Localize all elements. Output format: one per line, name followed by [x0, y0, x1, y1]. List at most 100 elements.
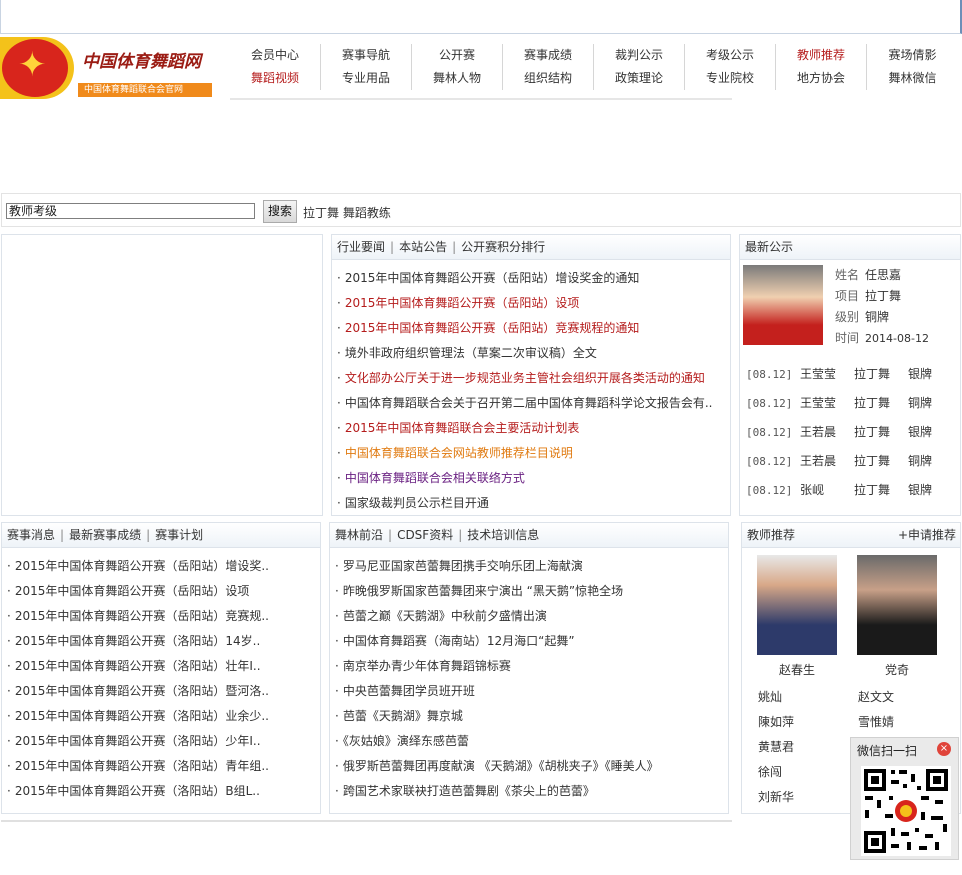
nav-item-gallery[interactable]: 赛场倩影: [867, 44, 958, 67]
dance-news-item[interactable]: 芭蕾《天鹅湖》舞京城: [335, 704, 728, 729]
nav-item-grading[interactable]: 考级公示: [685, 44, 776, 67]
nav-item-people[interactable]: 舞林人物: [412, 67, 503, 90]
nav-item-policy[interactable]: 政策理论: [594, 67, 685, 90]
nav-divider: [230, 98, 732, 100]
news-item[interactable]: 2015年中国体育舞蹈公开赛（岳阳站）增设奖金的通知: [337, 266, 730, 291]
event-item[interactable]: 2015年中国体育舞蹈公开赛（洛阳站）B组L..: [7, 779, 320, 804]
event-item[interactable]: 2015年中国体育舞蹈公开赛（洛阳站）暨河洛..: [7, 679, 320, 704]
dance-news-item[interactable]: 芭蕾之巅《天鹅湖》中秋前夕盛情出演: [335, 604, 728, 629]
event-item[interactable]: 2015年中国体育舞蹈公开赛（岳阳站）设项: [7, 579, 320, 604]
nav-item-videos[interactable]: 舞蹈视频: [230, 67, 321, 90]
dance-news-item[interactable]: 《灰姑娘》演绎东感芭蕾: [335, 729, 728, 754]
winner-item: 拉丁舞: [865, 289, 902, 303]
teacher-name-row: 陳如萍 雪惟婧: [758, 710, 958, 735]
teacher-name-link[interactable]: 徐闯: [758, 760, 858, 785]
notice-row[interactable]: [08.12] 王莹莹 拉丁舞 银牌: [746, 360, 960, 389]
dance-news-item[interactable]: 罗马尼亚国家芭蕾舞团携手交响乐团上海献演: [335, 554, 728, 579]
dance-news-item[interactable]: 中央芭蕾舞团学员班开班: [335, 679, 728, 704]
news-item[interactable]: 中国体育舞蹈联合会网站教师推荐栏目说明: [337, 441, 730, 466]
nav-item-open-competition[interactable]: 公开赛: [412, 44, 503, 67]
notice-date: [08.12]: [746, 455, 793, 468]
news-item[interactable]: 文化部办公厅关于进一步规范业务主管社会组织开展各类活动的通知: [337, 366, 730, 391]
nav-item-event-guide[interactable]: 赛事导航: [321, 44, 412, 67]
teacher-name[interactable]: 赵春生: [757, 661, 837, 678]
notice-medal: 铜牌: [908, 396, 933, 410]
latest-notice-panel: 最新公示 姓名 任思嘉 项目 拉丁舞 级别 铜牌 时间 2014-08-12 [08.1…: [739, 234, 961, 516]
search-input[interactable]: 教师考级: [6, 203, 255, 219]
tab-latest-results[interactable]: 最新赛事成绩: [69, 528, 141, 542]
dance-news-item[interactable]: 跨国艺术家联袂打造芭蕾舞剧《茶尖上的芭蕾》: [335, 779, 728, 804]
site-logo[interactable]: ✦ 中国体育舞蹈网 中国体育舞蹈联合会官网: [0, 37, 212, 99]
notice-row[interactable]: [08.12] 张岘 拉丁舞 银牌: [746, 476, 960, 505]
winner-name[interactable]: 任思嘉: [865, 268, 901, 282]
nav-item-judges[interactable]: 裁判公示: [594, 44, 685, 67]
news-item[interactable]: 2015年中国体育舞蹈公开赛（岳阳站）竞赛规程的通知: [337, 316, 730, 341]
teacher-name-row: 姚灿 赵文文: [758, 685, 958, 710]
nav-item-supplies[interactable]: 专业用品: [321, 67, 412, 90]
teacher-name-link[interactable]: 陳如萍: [758, 710, 858, 735]
event-item[interactable]: 2015年中国体育舞蹈公开赛（洛阳站）壮年I..: [7, 654, 320, 679]
close-icon[interactable]: ×: [937, 742, 951, 756]
tab-training-info[interactable]: 技术培训信息: [467, 528, 539, 542]
teacher-name-link[interactable]: 姚灿: [758, 685, 858, 710]
notice-name: 王莹莹: [800, 367, 837, 381]
dance-news-item[interactable]: 中国体育舞蹈赛（海南站）12月海口“起舞”: [335, 629, 728, 654]
tab-event-plan[interactable]: 赛事计划: [155, 528, 203, 542]
news-tabs: 行业要闻 | 本站公告 | 公开赛积分排行: [332, 235, 730, 260]
news-item[interactable]: 国家级裁判员公示栏目开通: [337, 491, 730, 516]
notice-row[interactable]: [08.12] 王若晨 拉丁舞 铜牌: [746, 447, 960, 476]
teacher-name-link[interactable]: 刘新华: [758, 785, 858, 810]
notice-row[interactable]: [08.12] 王莹莹 拉丁舞 铜牌: [746, 389, 960, 418]
notice-name: 王若晨: [800, 454, 837, 468]
dance-list: 罗马尼亚国家芭蕾舞团携手交响乐团上海献演昨晚俄罗斯国家芭蕾舞团来宁演出 “黑天鹅…: [330, 548, 728, 804]
dance-news-item[interactable]: 昨晚俄罗斯国家芭蕾舞团来宁演出 “黑天鹅”惊艳全场: [335, 579, 728, 604]
event-item[interactable]: 2015年中国体育舞蹈公开赛（洛阳站）少年I..: [7, 729, 320, 754]
teacher-name-link[interactable]: 黄慧君: [758, 735, 858, 760]
news-item[interactable]: 中国体育舞蹈联合会关于召开第二届中国体育舞蹈科学论文报告会有..: [337, 391, 730, 416]
news-item[interactable]: 中国体育舞蹈联合会相关联络方式: [337, 466, 730, 491]
teacher-photo[interactable]: [857, 555, 937, 655]
notice-row[interactable]: [08.12] 王若晨 拉丁舞 银牌: [746, 418, 960, 447]
teacher-card[interactable]: 党奇: [857, 555, 937, 678]
search-button[interactable]: 搜索: [263, 200, 297, 223]
tab-cdsf-materials[interactable]: CDSF资料: [397, 528, 453, 542]
notice-item: 拉丁舞: [854, 396, 891, 410]
nav-item-organization[interactable]: 组织结构: [503, 67, 594, 90]
site-subtitle: 中国体育舞蹈联合会官网: [78, 83, 212, 97]
event-item[interactable]: 2015年中国体育舞蹈公开赛（洛阳站）14岁..: [7, 629, 320, 654]
teacher-card[interactable]: 赵春生: [757, 555, 837, 678]
news-item[interactable]: 2015年中国体育舞蹈公开赛（岳阳站）设项: [337, 291, 730, 316]
dance-news-item[interactable]: 俄罗斯芭蕾舞团再度献演 《天鹅湖》《胡桃夹子》《睡美人》: [335, 754, 728, 779]
news-item[interactable]: 2015年中国体育舞蹈联合会主要活动计划表: [337, 416, 730, 441]
teacher-name-link[interactable]: 赵文文: [858, 685, 958, 710]
dancer-emblem-icon: ✦: [0, 37, 74, 99]
event-item[interactable]: 2015年中国体育舞蹈公开赛（岳阳站）增设奖..: [7, 554, 320, 579]
teacher-name[interactable]: 党奇: [857, 661, 937, 678]
event-item[interactable]: 2015年中国体育舞蹈公开赛（岳阳站）竞赛规..: [7, 604, 320, 629]
nav-item-associations[interactable]: 地方协会: [776, 67, 867, 90]
tab-dance-frontier[interactable]: 舞林前沿: [335, 528, 383, 542]
notice-medal: 银牌: [908, 425, 933, 439]
news-panel: 行业要闻|本站公告|公开赛积分排行 2015年中国体育舞蹈公开赛（岳阳站）增设奖…: [331, 234, 731, 516]
teacher-name-link[interactable]: 雪惟婧: [858, 710, 958, 735]
tab-points-ranking[interactable]: 公开赛积分排行: [461, 240, 545, 254]
nav-item-wechat[interactable]: 舞林微信: [867, 67, 958, 90]
tab-event-news[interactable]: 赛事消息: [7, 528, 55, 542]
event-item[interactable]: 2015年中国体育舞蹈公开赛（洛阳站）业余少..: [7, 704, 320, 729]
hot-keywords[interactable]: 拉丁舞 舞蹈教练: [303, 204, 391, 221]
main-nav: 会员中心 赛事导航 公开赛 赛事成绩 裁判公示 考级公示 教师推荐 赛场倩影 舞…: [230, 44, 962, 90]
tab-site-notice[interactable]: 本站公告: [399, 240, 447, 254]
dance-tabs: 舞林前沿 | CDSF资料 | 技术培训信息: [330, 523, 728, 548]
nav-item-teachers[interactable]: 教师推荐: [776, 44, 867, 67]
winner-photo[interactable]: [743, 265, 823, 345]
tab-industry-news[interactable]: 行业要闻: [337, 240, 385, 254]
wechat-popup: 微信扫一扫 ×: [850, 737, 959, 860]
dance-news-item[interactable]: 南京举办青少年体育舞蹈锦标赛: [335, 654, 728, 679]
news-item[interactable]: 境外非政府组织管理法（草案二次审议稿）全文: [337, 341, 730, 366]
apply-recommend-link[interactable]: +申请推荐: [898, 523, 956, 548]
teacher-photo[interactable]: [757, 555, 837, 655]
nav-item-academies[interactable]: 专业院校: [685, 67, 776, 90]
nav-item-member[interactable]: 会员中心: [230, 44, 321, 67]
event-item[interactable]: 2015年中国体育舞蹈公开赛（洛阳站）青年组..: [7, 754, 320, 779]
nav-item-results[interactable]: 赛事成绩: [503, 44, 594, 67]
